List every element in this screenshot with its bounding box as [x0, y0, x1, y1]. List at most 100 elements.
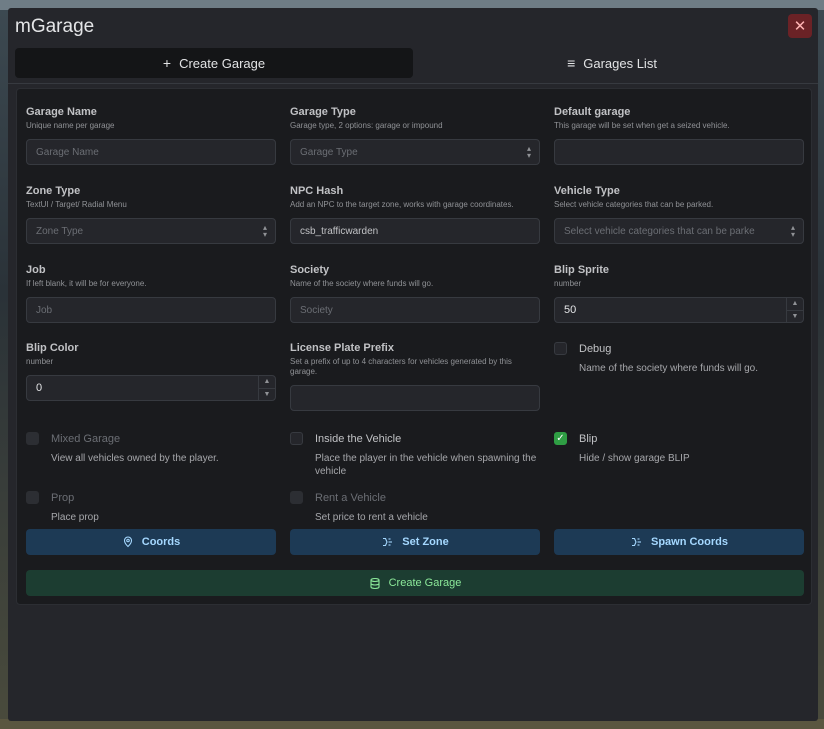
- garage-name-input[interactable]: Garage Name: [26, 139, 276, 165]
- blip-color-number-input[interactable]: 0 ▲ ▼: [26, 375, 276, 401]
- divider: [8, 83, 818, 84]
- field-label: Blip Sprite: [554, 264, 610, 276]
- field-label: NPC Hash: [290, 185, 344, 197]
- zone-type-select[interactable]: Zone Type ▴ ▾: [26, 218, 276, 244]
- field-description: number: [554, 279, 582, 288]
- checkbox-description: Place prop: [51, 512, 99, 523]
- field-label: Vehicle Type: [554, 185, 620, 197]
- mixed-garage-checkbox-group: Mixed Garage View all vehicles owned by …: [26, 432, 276, 465]
- close-button[interactable]: ✕: [788, 14, 812, 38]
- field-description: Set a prefix of up to 4 characters for v…: [290, 357, 512, 376]
- spawn-coords-button[interactable]: Spawn Coords: [554, 529, 804, 555]
- checkbox-description: Place the player in the vehicle when spa…: [315, 453, 537, 477]
- vehicle-type-select[interactable]: Select vehicle categories that can be pa…: [554, 218, 804, 244]
- chevron-updown-icon: ▴ ▾: [790, 223, 795, 239]
- job-input[interactable]: Job: [26, 297, 276, 323]
- mixed-garage-checkbox[interactable]: [26, 432, 39, 445]
- input-placeholder: Job: [36, 304, 53, 316]
- blip-checkbox-group: ✓ Blip Hide / show garage BLIP: [554, 432, 804, 465]
- garage-window: mGarage ✕ + Create Garage ≡ Garages List…: [8, 8, 818, 721]
- input-value: 50: [564, 304, 577, 316]
- button-label: Create Garage: [388, 577, 462, 589]
- create-garage-button[interactable]: Create Garage: [26, 570, 804, 596]
- button-label: Set Zone: [402, 536, 449, 548]
- field-label: Society: [290, 264, 330, 276]
- rent-vehicle-checkbox-group: Rent a Vehicle Set price to rent a vehic…: [290, 491, 540, 524]
- npc-hash-input[interactable]: csb_trafficwarden: [290, 218, 540, 244]
- garage-type-field: Garage Type Garage type, 2 options: gara…: [290, 105, 540, 165]
- input-value: csb_trafficwarden: [300, 225, 379, 237]
- prop-checkbox-group: Prop Place prop: [26, 491, 276, 524]
- debug-checkbox[interactable]: [554, 342, 567, 355]
- field-label: Default garage: [554, 106, 631, 118]
- increment-icon[interactable]: ▲: [787, 298, 803, 311]
- default-garage-input[interactable]: [554, 139, 804, 165]
- prop-checkbox[interactable]: [26, 491, 39, 504]
- database-icon: [370, 577, 380, 589]
- list-icon: ≡: [567, 55, 576, 71]
- job-field: Job If left blank, it will be for everyo…: [26, 263, 276, 323]
- society-field: Society Name of the society where funds …: [290, 263, 540, 323]
- field-description: This garage will be set when get a seize…: [554, 121, 730, 130]
- tab-bar: + Create Garage ≡ Garages List: [15, 48, 811, 78]
- rent-vehicle-checkbox[interactable]: [290, 491, 303, 504]
- field-description: number: [26, 357, 54, 366]
- inside-vehicle-checkbox-group: Inside the Vehicle Place the player in t…: [290, 432, 540, 478]
- checkbox-description: Set price to rent a vehicle: [315, 512, 428, 523]
- field-label: Garage Name: [26, 106, 97, 118]
- checkbox-label: Rent a Vehicle: [315, 491, 386, 504]
- garage-name-field: Garage Name Unique name per garage Garag…: [26, 105, 276, 165]
- blip-checkbox[interactable]: ✓: [554, 432, 567, 445]
- field-description: Unique name per garage: [26, 121, 115, 130]
- field-description: Garage type, 2 options: garage or impoun…: [290, 121, 443, 130]
- field-label: Job: [26, 264, 46, 276]
- debug-checkbox-group: Debug Name of the society where funds wi…: [554, 342, 804, 375]
- number-stepper: ▲ ▼: [258, 376, 275, 400]
- close-icon: ✕: [793, 18, 807, 35]
- increment-icon[interactable]: ▲: [259, 376, 275, 389]
- npc-hash-field: NPC Hash Add an NPC to the target zone, …: [290, 184, 540, 244]
- tab-label: Garages List: [583, 55, 657, 71]
- input-value: 0: [36, 382, 43, 394]
- decrement-icon[interactable]: ▼: [259, 389, 275, 401]
- checkbox-description: Name of the society where funds will go.: [579, 363, 758, 374]
- button-label: Coords: [141, 536, 181, 548]
- blip-color-field: Blip Color number 0 ▲ ▼: [26, 341, 276, 401]
- coords-button[interactable]: Coords: [26, 529, 276, 555]
- field-label: Garage Type: [290, 106, 356, 118]
- checkbox-description: View all vehicles owned by the player.: [51, 453, 219, 464]
- license-prefix-input[interactable]: [290, 385, 540, 411]
- button-label: Spawn Coords: [650, 536, 728, 548]
- route-icon: [383, 537, 393, 547]
- input-placeholder: Society: [300, 304, 333, 316]
- field-label: Zone Type: [26, 185, 81, 197]
- blip-sprite-number-input[interactable]: 50 ▲ ▼: [554, 297, 804, 323]
- blip-sprite-field: Blip Sprite number 50 ▲ ▼: [554, 263, 804, 323]
- zone-type-field: Zone Type TextUI / Target/ Radial Menu Z…: [26, 184, 276, 244]
- field-description: Add an NPC to the target zone, works wit…: [290, 200, 514, 209]
- field-description: Name of the society where funds will go.: [290, 279, 434, 288]
- inside-vehicle-checkbox[interactable]: [290, 432, 303, 445]
- garage-type-select[interactable]: Garage Type ▴ ▾: [290, 139, 540, 165]
- number-stepper: ▲ ▼: [786, 298, 803, 322]
- tab-label: Create Garage: [179, 55, 266, 71]
- field-label: Blip Color: [26, 342, 79, 354]
- tab-garages-list[interactable]: ≡ Garages List: [413, 48, 811, 78]
- society-input[interactable]: Society: [290, 297, 540, 323]
- checkbox-label: Prop: [51, 491, 75, 504]
- decrement-icon[interactable]: ▼: [787, 311, 803, 323]
- field-description: Select vehicle categories that can be pa…: [554, 200, 714, 209]
- checkbox-label: Inside the Vehicle: [315, 432, 402, 445]
- create-garage-form: Garage Name Unique name per garage Garag…: [16, 88, 812, 605]
- set-zone-button[interactable]: Set Zone: [290, 529, 540, 555]
- field-label: License Plate Prefix: [290, 342, 394, 354]
- checkbox-label: Mixed Garage: [51, 432, 121, 445]
- vehicle-type-field: Vehicle Type Select vehicle categories t…: [554, 184, 804, 244]
- license-prefix-field: License Plate Prefix Set a prefix of up …: [290, 341, 540, 411]
- map-pin-icon: [123, 536, 132, 548]
- tab-create-garage[interactable]: + Create Garage: [15, 48, 413, 78]
- chevron-updown-icon: ▴ ▾: [262, 223, 267, 239]
- checkbox-description: Hide / show garage BLIP: [579, 453, 690, 464]
- field-description: If left blank, it will be for everyone.: [26, 279, 147, 288]
- checkbox-label: Debug: [579, 342, 612, 355]
